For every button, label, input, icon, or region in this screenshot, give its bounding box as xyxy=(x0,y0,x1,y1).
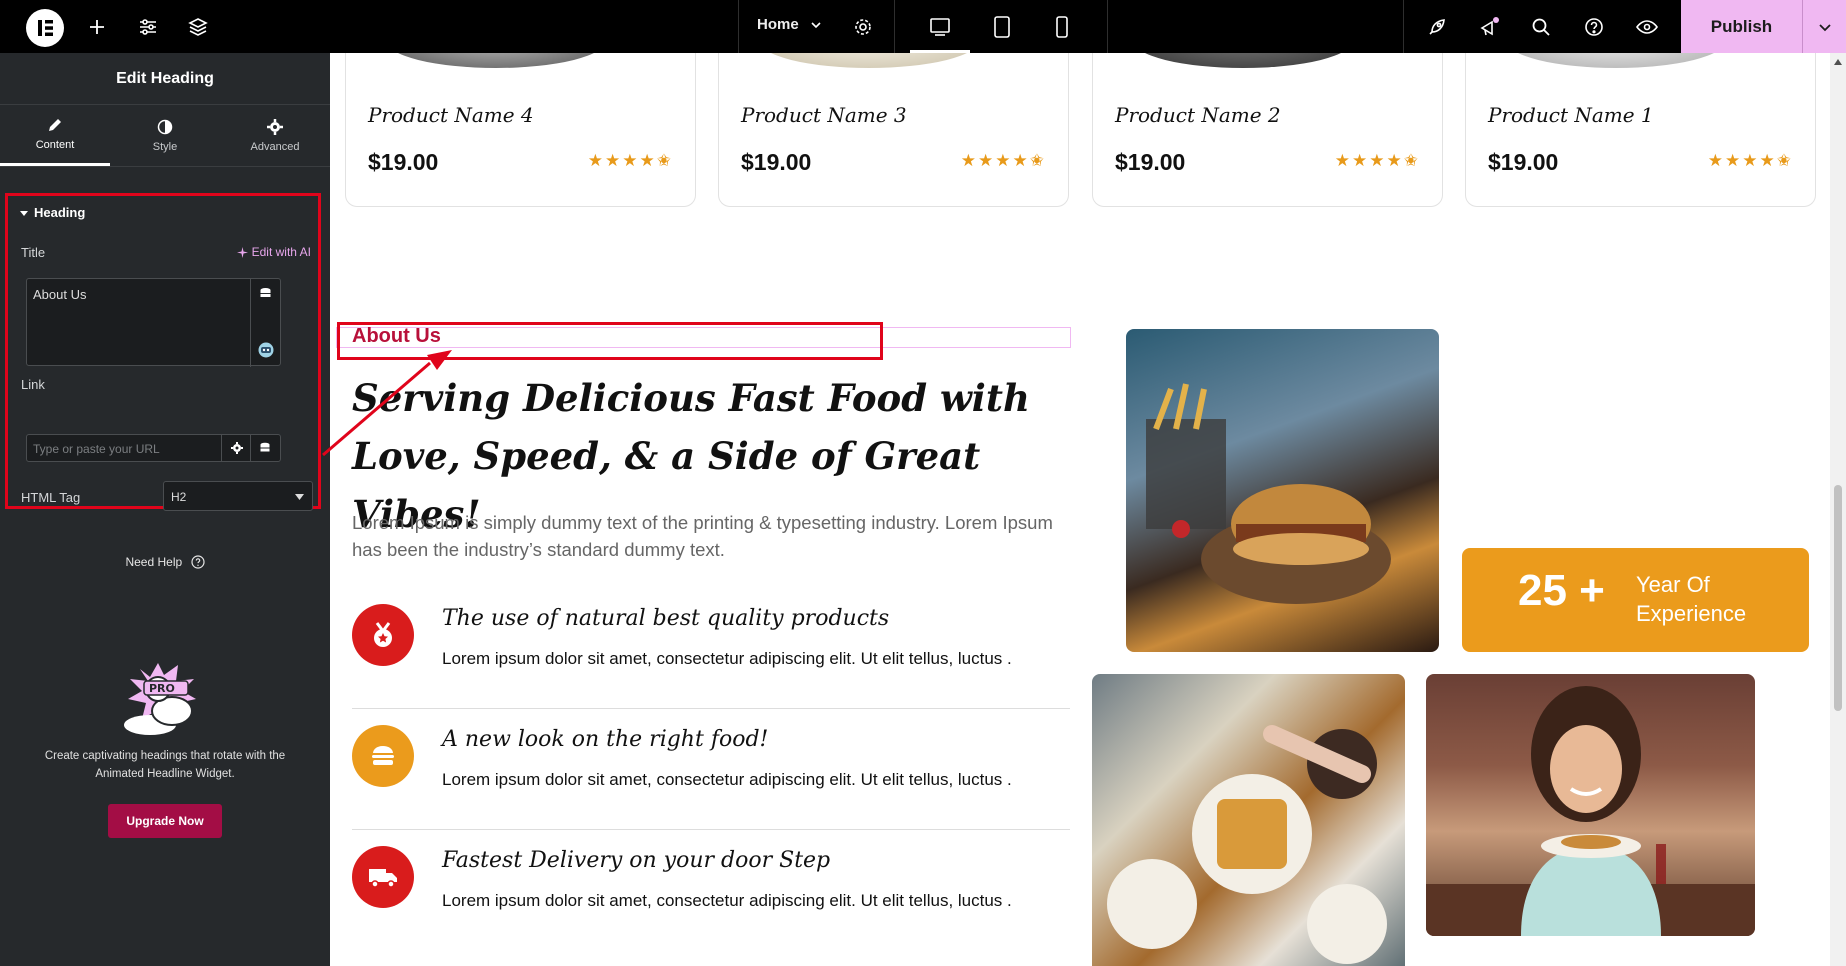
scrollbar[interactable] xyxy=(1830,53,1846,966)
scrollbar-thumb[interactable] xyxy=(1834,485,1842,711)
annotation-arrow xyxy=(322,350,452,457)
scroll-up-icon[interactable] xyxy=(1834,59,1842,65)
